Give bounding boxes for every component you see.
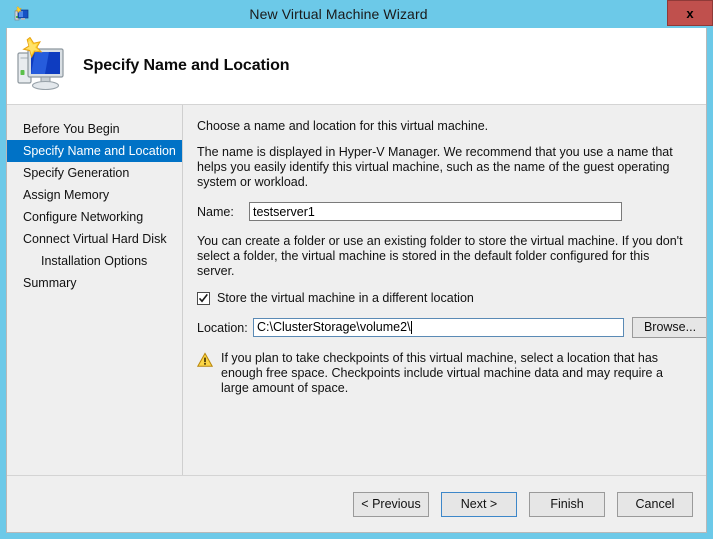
location-input[interactable]: C:\ClusterStorage\volume2\ xyxy=(253,318,624,337)
vm-wizard-icon xyxy=(14,6,30,22)
sidebar-item-connect-virtual-hard-disk[interactable]: Connect Virtual Hard Disk xyxy=(7,228,182,250)
store-different-location-row[interactable]: Store the virtual machine in a different… xyxy=(197,291,706,305)
client-area: Specify Name and Location Before You Beg… xyxy=(6,28,707,533)
store-different-location-label: Store the virtual machine in a different… xyxy=(217,291,474,305)
intro-text: Choose a name and location for this virt… xyxy=(197,119,489,133)
sidebar-item-assign-memory[interactable]: Assign Memory xyxy=(7,184,182,206)
folder-description-text: You can create a folder or use an existi… xyxy=(197,234,683,278)
content-pane: Choose a name and location for this virt… xyxy=(183,105,706,475)
vm-monitor-icon xyxy=(7,37,83,95)
name-field-row: Name: xyxy=(197,202,706,221)
wizard-steps-sidebar: Before You Begin Specify Name and Locati… xyxy=(7,105,183,475)
previous-button[interactable]: < Previous xyxy=(353,491,429,517)
name-input[interactable] xyxy=(249,202,622,221)
sidebar-item-installation-options[interactable]: Installation Options xyxy=(7,250,182,272)
location-input-value: C:\ClusterStorage\volume2\ xyxy=(257,320,411,334)
sidebar-item-configure-networking[interactable]: Configure Networking xyxy=(7,206,182,228)
store-different-location-checkbox[interactable] xyxy=(197,291,210,305)
close-button[interactable]: x xyxy=(667,0,713,26)
wizard-window: New Virtual Machine Wizard x Specify Nam… xyxy=(0,0,713,539)
location-field-row: Location: C:\ClusterStorage\volume2\ Bro… xyxy=(197,317,706,338)
warning-triangle-icon xyxy=(196,352,214,368)
text-caret xyxy=(410,321,412,334)
window-title: New Virtual Machine Wizard xyxy=(249,6,428,22)
description-text: The name is displayed in Hyper-V Manager… xyxy=(197,145,673,189)
wizard-footer: < Previous Next > Finish Cancel xyxy=(7,475,706,532)
checkpoint-warning: If you plan to take checkpoints of this … xyxy=(196,351,706,396)
warning-text: If you plan to take checkpoints of this … xyxy=(221,351,663,395)
name-label: Name: xyxy=(197,204,234,219)
sidebar-item-before-you-begin[interactable]: Before You Begin xyxy=(7,118,182,140)
finish-button[interactable]: Finish xyxy=(529,491,605,517)
sidebar-item-specify-generation[interactable]: Specify Generation xyxy=(7,162,182,184)
browse-button[interactable]: Browse... xyxy=(632,317,706,338)
page-title: Specify Name and Location xyxy=(83,57,290,74)
wizard-banner: Specify Name and Location xyxy=(7,28,706,105)
location-label: Location: xyxy=(197,320,248,335)
next-button[interactable]: Next > xyxy=(441,491,517,517)
cancel-button[interactable]: Cancel xyxy=(617,491,693,517)
body-area: Before You Begin Specify Name and Locati… xyxy=(7,105,706,475)
sidebar-item-summary[interactable]: Summary xyxy=(7,272,182,294)
title-bar: New Virtual Machine Wizard x xyxy=(6,0,713,28)
sidebar-item-specify-name-and-location[interactable]: Specify Name and Location xyxy=(7,140,182,162)
